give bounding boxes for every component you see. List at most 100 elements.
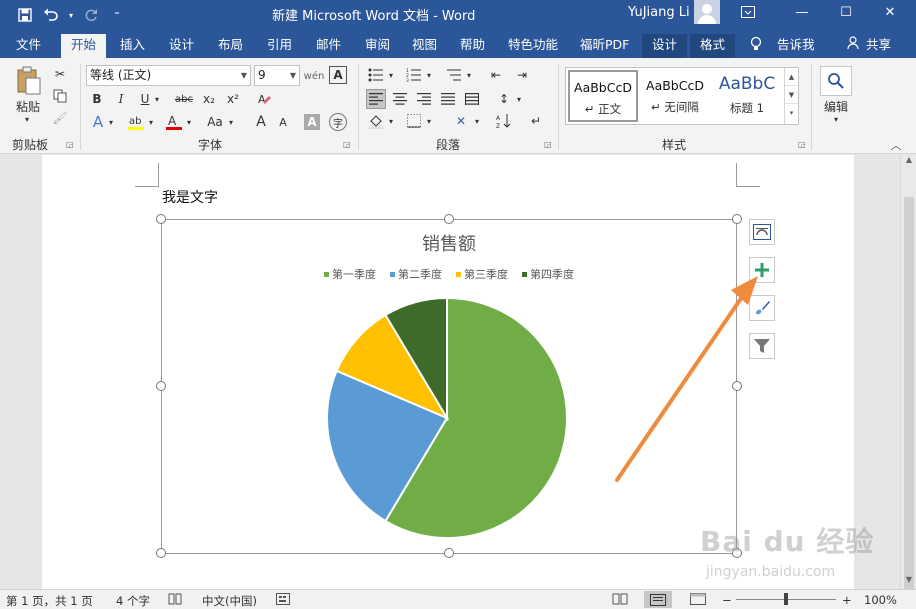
numbering-dropdown-icon[interactable]: ▾ (424, 66, 434, 84)
clear-formatting-icon[interactable]: A (256, 90, 274, 108)
align-left-icon[interactable] (366, 89, 386, 109)
line-spacing-icon[interactable]: ↕ (494, 89, 514, 109)
pie-chart[interactable] (322, 293, 572, 543)
change-case-dropdown-icon[interactable]: ▾ (226, 112, 236, 132)
resize-handle[interactable] (732, 214, 742, 224)
distributed-icon[interactable] (462, 89, 482, 109)
font-color-dropdown-icon[interactable]: ▾ (184, 112, 194, 132)
tell-me-search[interactable]: 告诉我 (777, 36, 815, 58)
highlight-dropdown-icon[interactable]: ▾ (146, 112, 156, 132)
paste-dropdown-icon[interactable]: ▾ (22, 114, 32, 124)
tab-file[interactable]: 文件 (16, 36, 41, 58)
highlight-icon[interactable]: ab (126, 112, 146, 132)
justify-icon[interactable] (438, 89, 458, 109)
shading-dropdown-icon[interactable]: ▾ (386, 111, 396, 131)
bullets-dropdown-icon[interactable]: ▾ (386, 66, 396, 84)
tab-review[interactable]: 审阅 (365, 36, 390, 58)
chart-filters-funnel-icon[interactable] (749, 333, 775, 359)
tab-references[interactable]: 引用 (267, 36, 292, 58)
clipboard-launcher-icon[interactable]: ◲ (66, 140, 74, 149)
print-layout-icon[interactable] (644, 591, 672, 608)
bullets-icon[interactable] (366, 66, 386, 84)
maximize-icon[interactable]: ☐ (824, 0, 868, 24)
resize-handle[interactable] (156, 548, 166, 558)
paragraph-launcher-icon[interactable]: ◲ (544, 140, 552, 149)
shading-icon[interactable] (366, 111, 386, 131)
paste-button[interactable]: 粘贴 (12, 98, 44, 114)
font-name-combo[interactable]: 等线 (正文) ▼ (86, 65, 251, 86)
superscript-button[interactable]: x² (224, 90, 242, 108)
borders-dropdown-icon[interactable]: ▾ (424, 111, 434, 131)
increase-indent-icon[interactable]: ⇥ (512, 66, 532, 84)
chinese-layout-icon[interactable]: ✕ (450, 111, 472, 131)
language[interactable]: 中文(中国) (202, 593, 257, 609)
chinese-layout-dropdown-icon[interactable]: ▾ (472, 111, 482, 131)
decrease-indent-icon[interactable]: ⇤ (486, 66, 506, 84)
share-button[interactable]: 共享 (866, 36, 891, 58)
chart-title[interactable]: 销售额 (162, 230, 736, 256)
character-shading-icon[interactable]: A (304, 114, 320, 130)
text-effects-icon[interactable]: A (88, 112, 108, 132)
layout-options-icon[interactable] (749, 219, 775, 245)
grow-font-button[interactable]: A (252, 112, 270, 132)
subscript-button[interactable]: x₂ (200, 90, 218, 108)
scroll-thumb[interactable] (904, 197, 914, 597)
strikethrough-button[interactable]: abc (172, 90, 196, 108)
tab-special-features[interactable]: 特色功能 (508, 36, 558, 58)
tab-mailings[interactable]: 邮件 (316, 36, 341, 58)
underline-dropdown-icon[interactable]: ▾ (152, 90, 162, 108)
save-icon[interactable] (14, 5, 36, 25)
align-right-icon[interactable] (414, 89, 434, 109)
numbering-icon[interactable]: 123 (404, 66, 424, 84)
share-icon[interactable] (847, 36, 861, 58)
zoom-level[interactable]: 100% (864, 593, 897, 607)
line-spacing-dropdown-icon[interactable]: ▾ (514, 89, 524, 109)
borders-icon[interactable] (404, 111, 424, 131)
sort-icon[interactable]: AZ (494, 111, 514, 131)
tab-home[interactable]: 开始 (61, 34, 107, 58)
more-styles-icon[interactable]: ▾ (785, 104, 798, 122)
resize-handle[interactable] (156, 214, 166, 224)
character-border-icon[interactable]: A (329, 66, 347, 84)
italic-button[interactable]: I (112, 90, 130, 108)
resize-handle[interactable] (444, 214, 454, 224)
editing-dropdown-icon[interactable]: ▾ (831, 114, 841, 124)
format-painter-icon[interactable]: 🖌 (52, 110, 68, 126)
style-heading-1[interactable]: AaBbC 标题 1 (712, 70, 782, 122)
chart-elements-plus-icon[interactable] (749, 257, 775, 283)
enclose-characters-icon[interactable]: 字 (329, 113, 347, 131)
scroll-down-icon[interactable]: ▼ (785, 86, 798, 104)
undo-icon[interactable] (40, 5, 62, 25)
body-text[interactable]: 我是文字 (162, 187, 218, 207)
proofing-icon[interactable] (168, 593, 182, 608)
font-launcher-icon[interactable]: ◲ (343, 140, 351, 149)
tab-layout[interactable]: 布局 (218, 36, 243, 58)
tab-foxit-pdf[interactable]: 福昕PDF (580, 36, 629, 58)
cut-icon[interactable]: ✂ (52, 66, 68, 82)
phonetic-guide-icon[interactable]: wén (303, 66, 325, 86)
tab-view[interactable]: 视图 (412, 36, 437, 58)
multilevel-dropdown-icon[interactable]: ▾ (464, 66, 474, 84)
macro-icon[interactable] (276, 593, 290, 608)
minimize-icon[interactable]: — (780, 0, 824, 24)
multilevel-list-icon[interactable] (444, 66, 464, 84)
user-name[interactable]: YuJiang Li (628, 5, 690, 20)
close-icon[interactable]: ✕ (868, 0, 912, 24)
zoom-out-button[interactable]: − (722, 593, 732, 607)
undo-dropdown-icon[interactable]: ▾ (66, 5, 76, 25)
style-no-spacing[interactable]: AaBbCcD ↵ 无间隔 (640, 70, 710, 122)
vertical-scrollbar[interactable]: ▲ ▼ (900, 155, 916, 597)
web-layout-icon[interactable] (690, 593, 706, 608)
ribbon-options-icon[interactable] (726, 0, 770, 24)
styles-launcher-icon[interactable]: ◲ (798, 140, 806, 149)
resize-handle[interactable] (444, 548, 454, 558)
chart-legend[interactable]: 第一季度 第二季度 第三季度 第四季度 (162, 266, 736, 282)
scroll-up-icon[interactable]: ▲ (901, 155, 916, 169)
paste-icon[interactable] (14, 66, 42, 96)
tab-help[interactable]: 帮助 (460, 36, 485, 58)
tab-chart-format[interactable]: 格式 (690, 34, 736, 58)
chart-frame[interactable]: 销售额 第一季度 第二季度 第三季度 第四季度 (156, 214, 742, 558)
zoom-in-button[interactable]: + (842, 593, 852, 607)
collapse-ribbon-icon[interactable]: ︿ (888, 138, 904, 152)
page-count[interactable]: 第 1 页，共 1 页 (6, 593, 93, 609)
